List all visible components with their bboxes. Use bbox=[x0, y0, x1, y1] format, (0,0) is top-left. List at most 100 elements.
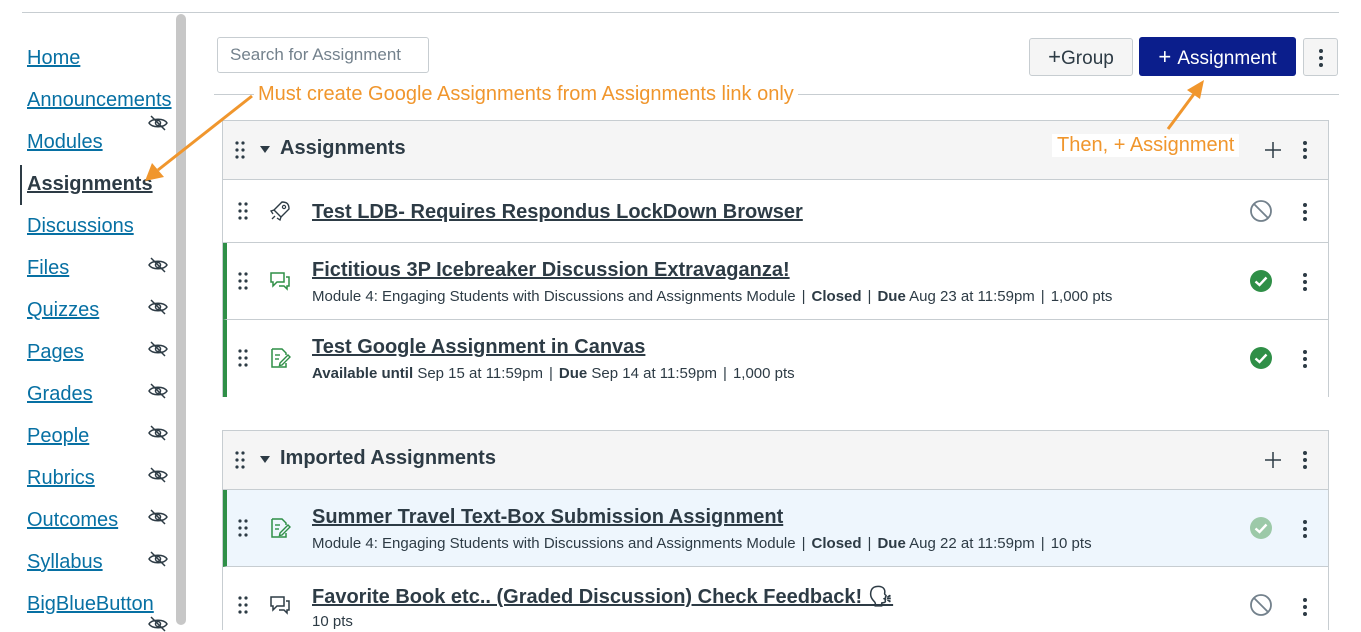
plus-icon: + bbox=[1048, 44, 1062, 69]
module-name: Module 4: Engaging Students with Discuss… bbox=[312, 535, 796, 552]
eye-slash-icon bbox=[148, 616, 168, 632]
plus-icon: + bbox=[1158, 44, 1178, 69]
assignment-title-link[interactable]: Favorite Book etc.. (Graded Discussion) … bbox=[312, 584, 893, 609]
unpublished-icon[interactable] bbox=[1249, 593, 1273, 617]
drag-handle-icon[interactable] bbox=[237, 271, 249, 291]
published-check-icon[interactable] bbox=[1249, 516, 1273, 540]
assignment-title-link[interactable]: Test LDB- Requires Respondus LockDown Br… bbox=[312, 201, 803, 224]
points: 1,000 pts bbox=[1050, 288, 1113, 305]
unpublished-icon[interactable] bbox=[1249, 199, 1273, 223]
module-name: Module 4: Engaging Students with Discuss… bbox=[312, 288, 796, 305]
drag-handle-icon[interactable] bbox=[237, 348, 249, 368]
settings-menu-button[interactable] bbox=[1303, 38, 1338, 76]
nav-home[interactable]: Home bbox=[27, 47, 80, 70]
closed-label: Closed bbox=[811, 288, 862, 305]
annotation-note: Must create Google Assignments from Assi… bbox=[254, 83, 798, 106]
drag-handle-icon[interactable] bbox=[234, 140, 246, 160]
assignment-row: Favorite Book etc.. (Graded Discussion) … bbox=[223, 567, 1328, 631]
assignment-row: Test LDB- Requires Respondus LockDown Br… bbox=[223, 180, 1328, 243]
kebab-icon[interactable] bbox=[1303, 140, 1307, 160]
due-date: Sep 14 at 11:59pm bbox=[591, 365, 718, 382]
assignment-meta: Module 4: Engaging Students with Discuss… bbox=[312, 288, 1113, 305]
drag-handle-icon[interactable] bbox=[234, 450, 246, 470]
kebab-icon[interactable] bbox=[1303, 519, 1307, 539]
nav-assignments[interactable]: Assignments bbox=[27, 173, 153, 196]
points: 1,000 pts bbox=[732, 365, 795, 382]
add-group-label: Group bbox=[1061, 48, 1114, 69]
add-assignment-label: Assignment bbox=[1177, 48, 1277, 69]
assignment-row: Summer Travel Text-Box Submission Assign… bbox=[223, 490, 1328, 567]
collapse-caret-icon[interactable] bbox=[260, 146, 270, 153]
due-label: Due bbox=[877, 288, 906, 305]
due-date: Aug 23 at 11:59pm bbox=[909, 288, 1035, 305]
closed-label: Closed bbox=[811, 535, 862, 552]
nav-files[interactable]: Files bbox=[27, 257, 69, 280]
rocket-quiz-icon bbox=[269, 201, 290, 222]
arrowhead-icon bbox=[1187, 80, 1204, 99]
assignment-row: Test Google Assignment in Canvas Availab… bbox=[223, 320, 1328, 397]
available-date: Sep 15 at 11:59pm bbox=[417, 365, 543, 382]
eye-slash-icon bbox=[148, 425, 168, 441]
published-check-icon[interactable] bbox=[1249, 346, 1273, 370]
group-title: Assignments bbox=[280, 137, 406, 159]
group-title: Imported Assignments bbox=[280, 447, 496, 469]
collapse-caret-icon[interactable] bbox=[260, 456, 270, 463]
assignment-title-link[interactable]: Fictitious 3P Icebreaker Discussion Extr… bbox=[312, 259, 790, 282]
nav-bigbluebutton[interactable]: BigBlueButton bbox=[27, 593, 154, 616]
assignment-meta: 10 pts bbox=[312, 613, 353, 630]
drag-handle-icon[interactable] bbox=[237, 518, 249, 538]
discussion-icon bbox=[270, 272, 290, 291]
eye-slash-icon bbox=[148, 115, 168, 131]
points: 10 pts bbox=[312, 613, 353, 630]
nav-syllabus[interactable]: Syllabus bbox=[27, 551, 103, 574]
available-label: Available until bbox=[312, 365, 414, 382]
search-input[interactable]: Search for Assignment bbox=[217, 37, 429, 73]
assignment-title-link[interactable]: Summer Travel Text-Box Submission Assign… bbox=[312, 506, 783, 529]
eye-slash-icon bbox=[148, 341, 168, 357]
add-group-button[interactable]: +Group bbox=[1029, 38, 1133, 76]
nav-people[interactable]: People bbox=[27, 425, 89, 448]
nav-pages[interactable]: Pages bbox=[27, 341, 84, 364]
eye-slash-icon bbox=[148, 467, 168, 483]
assignment-meta: Module 4: Engaging Students with Discuss… bbox=[312, 535, 1092, 552]
course-nav: Home Announcements Modules Assignments D… bbox=[0, 0, 175, 632]
discussion-icon bbox=[270, 596, 290, 615]
points: 10 pts bbox=[1050, 535, 1092, 552]
nav-announcements[interactable]: Announcements bbox=[27, 89, 172, 112]
annotation-note: Then, + Assignment bbox=[1052, 134, 1240, 157]
due-label: Due bbox=[558, 365, 588, 382]
nav-outcomes[interactable]: Outcomes bbox=[27, 509, 118, 532]
add-assignment-button[interactable]: + Assignment bbox=[1139, 37, 1296, 76]
group-header[interactable]: Imported Assignments bbox=[223, 431, 1328, 490]
assignment-group: Imported Assignments Summer Travel Text-… bbox=[222, 430, 1329, 631]
eye-slash-icon bbox=[148, 257, 168, 273]
nav-grades[interactable]: Grades bbox=[27, 383, 93, 406]
nav-quizzes[interactable]: Quizzes bbox=[27, 299, 99, 322]
add-item-icon[interactable] bbox=[1264, 451, 1282, 469]
add-item-icon[interactable] bbox=[1264, 141, 1282, 159]
kebab-icon[interactable] bbox=[1303, 349, 1307, 369]
active-indicator bbox=[20, 165, 22, 205]
eye-slash-icon bbox=[148, 551, 168, 567]
sidebar-scrollbar[interactable] bbox=[176, 14, 186, 625]
nav-modules[interactable]: Modules bbox=[27, 131, 103, 154]
drag-handle-icon[interactable] bbox=[237, 595, 249, 615]
kebab-icon[interactable] bbox=[1303, 450, 1307, 470]
kebab-icon[interactable] bbox=[1303, 597, 1307, 617]
assignment-row: Fictitious 3P Icebreaker Discussion Extr… bbox=[223, 243, 1328, 320]
assignment-meta: Available until Sep 15 at 11:59pm | Due Se… bbox=[312, 365, 795, 382]
nav-discussions[interactable]: Discussions bbox=[27, 215, 134, 238]
assignment-icon bbox=[271, 348, 291, 368]
due-date: Aug 22 at 11:59pm bbox=[909, 535, 1035, 552]
assignment-group: Assignments Test LDB- Requires Respondus… bbox=[222, 120, 1329, 397]
drag-handle-icon[interactable] bbox=[237, 201, 249, 221]
nav-rubrics[interactable]: Rubrics bbox=[27, 467, 95, 490]
kebab-icon[interactable] bbox=[1303, 272, 1307, 292]
kebab-icon[interactable] bbox=[1303, 202, 1307, 222]
published-check-icon[interactable] bbox=[1249, 269, 1273, 293]
top-divider bbox=[22, 12, 1339, 13]
eye-slash-icon bbox=[148, 299, 168, 315]
due-label: Due bbox=[877, 535, 906, 552]
assignment-title-link[interactable]: Test Google Assignment in Canvas bbox=[312, 336, 645, 359]
eye-slash-icon bbox=[148, 383, 168, 399]
